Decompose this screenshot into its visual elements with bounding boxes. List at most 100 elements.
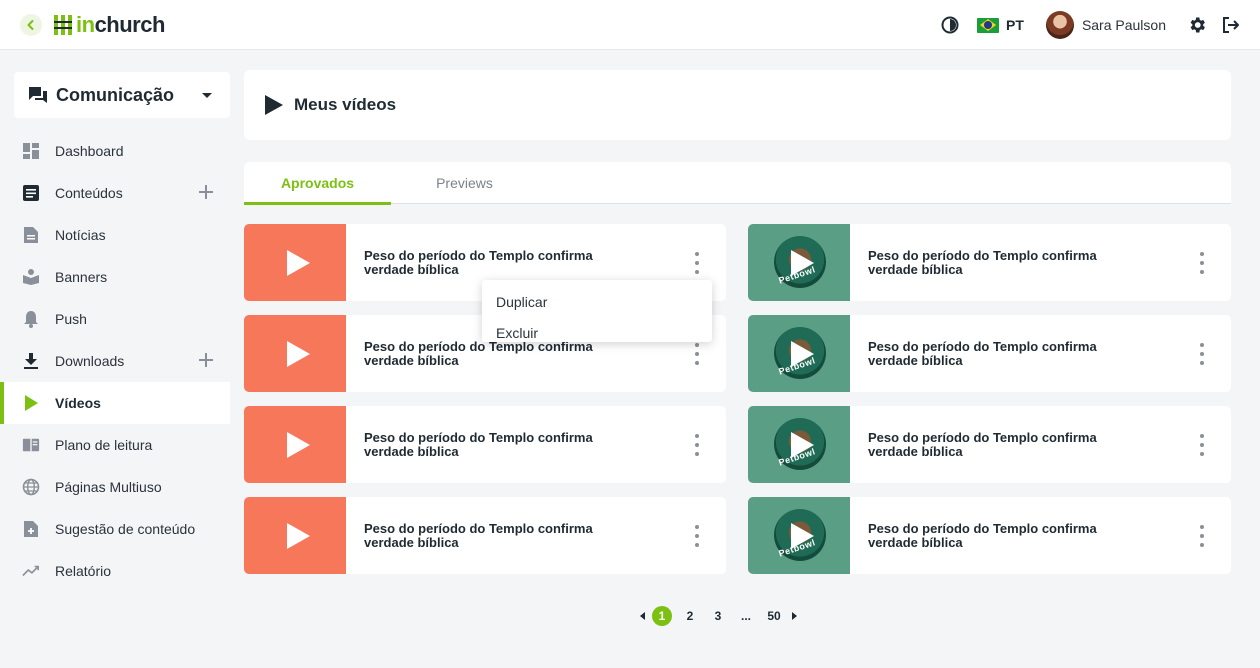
chevron-left-icon <box>27 20 34 30</box>
video-title: Peso do período do Templo confirma verda… <box>868 520 1097 550</box>
next-page-button[interactable] <box>788 606 800 626</box>
sidebar-item-downloads[interactable]: Downloads <box>0 340 230 382</box>
tab-aprovados[interactable]: Aprovados <box>244 162 391 205</box>
user-menu[interactable]: Sara Paulson <box>1045 11 1166 39</box>
video-tabs: Aprovados Previews <box>244 162 1231 205</box>
file-plus-icon <box>22 520 40 538</box>
duplicate-menu-item[interactable]: Duplicar <box>482 286 712 317</box>
book-icon <box>22 436 40 454</box>
user-name: Sara Paulson <box>1081 17 1166 33</box>
video-thumbnail[interactable]: Petbowl <box>748 315 850 392</box>
play-icon <box>265 95 283 115</box>
sidebar-item-noticias[interactable]: Notícias <box>0 214 230 256</box>
download-icon <box>22 352 40 370</box>
video-thumbnail[interactable]: Petbowl <box>748 224 850 301</box>
play-icon <box>286 431 310 458</box>
video-card[interactable]: Petbowl Peso do período do Templo confir… <box>748 224 1231 301</box>
video-thumbnail[interactable] <box>244 224 346 301</box>
video-thumbnail[interactable]: Petbowl <box>748 406 850 483</box>
caret-down-icon <box>202 92 212 98</box>
previous-page-button[interactable] <box>636 606 648 626</box>
sidebar-item-banners[interactable]: Banners <box>0 256 230 298</box>
more-options-button[interactable] <box>692 525 702 547</box>
add-conteudo-icon[interactable] <box>198 184 214 200</box>
more-options-button[interactable] <box>1197 525 1207 547</box>
page-1[interactable]: 1 <box>652 606 672 626</box>
settings-button[interactable] <box>1186 14 1208 36</box>
video-card[interactable]: Peso do período do Templo confirma verda… <box>244 497 726 574</box>
article-icon <box>22 184 40 202</box>
video-title: Peso do período do Templo confirma verda… <box>868 338 1097 368</box>
video-card[interactable]: Petbowl Peso do período do Templo confir… <box>748 315 1231 392</box>
inchurch-logo[interactable]: inchurch <box>54 12 165 38</box>
more-options-button[interactable] <box>692 434 702 456</box>
language-selector[interactable]: PT <box>977 17 1024 33</box>
banner-icon <box>22 268 40 286</box>
sidebar-item-dashboard[interactable]: Dashboard <box>0 130 230 172</box>
avatar <box>1045 11 1074 39</box>
tab-previews[interactable]: Previews <box>391 162 538 204</box>
video-thumbnail[interactable] <box>244 497 346 574</box>
video-card[interactable]: Petbowl Peso do período do Templo confir… <box>748 497 1231 574</box>
contrast-icon <box>941 16 959 34</box>
play-icon <box>790 340 814 367</box>
video-options-menu: Duplicar Excluir <box>482 280 712 342</box>
video-thumbnail[interactable]: Petbowl <box>748 497 850 574</box>
top-right-actions: PT Sara Paulson <box>939 10 1242 40</box>
sidebar-item-conteudos[interactable]: Conteúdos <box>0 172 230 214</box>
video-thumbnail[interactable] <box>244 406 346 483</box>
video-title: Peso do período do Templo confirma verda… <box>868 247 1097 277</box>
more-options-button[interactable] <box>1197 434 1207 456</box>
page-header: Meus vídeos <box>244 70 1231 140</box>
sidebar-item-plano-de-leitura[interactable]: Plano de leitura <box>0 424 230 466</box>
sidebar-item-push[interactable]: Push <box>0 298 230 340</box>
language-label: PT <box>1006 17 1024 33</box>
module-label: Comunicação <box>56 84 175 105</box>
contrast-toggle[interactable] <box>939 14 961 36</box>
globe-icon <box>22 478 40 496</box>
trending-icon <box>22 562 40 580</box>
caret-left-icon <box>639 612 645 620</box>
video-grid: Peso do período do Templo confirma verda… <box>244 224 1231 574</box>
page-50[interactable]: 50 <box>764 606 784 626</box>
dashboard-icon <box>22 142 40 160</box>
play-icon <box>790 431 814 458</box>
top-bar: inchurch PT Sara Paulson <box>0 0 1260 50</box>
news-icon <box>22 226 40 244</box>
page-ellipsis: ... <box>740 609 751 623</box>
module-select[interactable]: Comunicação <box>14 72 230 118</box>
sidebar-item-relatorio[interactable]: Relatório <box>0 550 230 592</box>
sidebar-item-videos[interactable]: Vídeos <box>0 382 230 424</box>
page-2[interactable]: 2 <box>680 606 700 626</box>
page-3[interactable]: 3 <box>708 606 728 626</box>
play-icon <box>286 522 310 549</box>
video-card[interactable]: Petbowl Peso do período do Templo confir… <box>748 406 1231 483</box>
add-download-icon[interactable] <box>198 352 214 368</box>
bell-icon <box>22 310 40 328</box>
play-icon <box>22 394 40 412</box>
sidebar-nav: Dashboard Conteúdos Notícias Banners Pus… <box>0 130 230 592</box>
pagination: 1 2 3 ... 50 <box>636 606 800 626</box>
page-title: Meus vídeos <box>294 95 397 114</box>
video-card[interactable]: Peso do período do Templo confirma verda… <box>244 406 726 483</box>
video-title: Peso do período do Templo confirma verda… <box>364 429 593 459</box>
play-icon <box>286 340 310 367</box>
logout-button[interactable] <box>1220 14 1242 36</box>
logo-grid-icon <box>54 15 72 35</box>
play-icon <box>790 522 814 549</box>
play-icon <box>286 249 310 276</box>
caret-right-icon <box>791 612 797 620</box>
brazil-flag-icon <box>977 17 1000 33</box>
video-title: Peso do período do Templo confirma verda… <box>364 247 593 277</box>
video-title: Peso do período do Templo confirma verda… <box>868 429 1097 459</box>
sidebar-item-sugestao-de-conteudo[interactable]: Sugestão de conteúdo <box>0 508 230 550</box>
gear-icon <box>1190 17 1205 33</box>
more-options-button[interactable] <box>692 252 702 274</box>
back-button[interactable] <box>20 14 42 36</box>
logo-text: inchurch <box>76 12 165 37</box>
more-options-button[interactable] <box>1197 252 1207 274</box>
video-thumbnail[interactable] <box>244 315 346 392</box>
delete-menu-item[interactable]: Excluir <box>482 317 712 348</box>
sidebar-item-paginas-multiuso[interactable]: Páginas Multiuso <box>0 466 230 508</box>
more-options-button[interactable] <box>1197 343 1207 365</box>
